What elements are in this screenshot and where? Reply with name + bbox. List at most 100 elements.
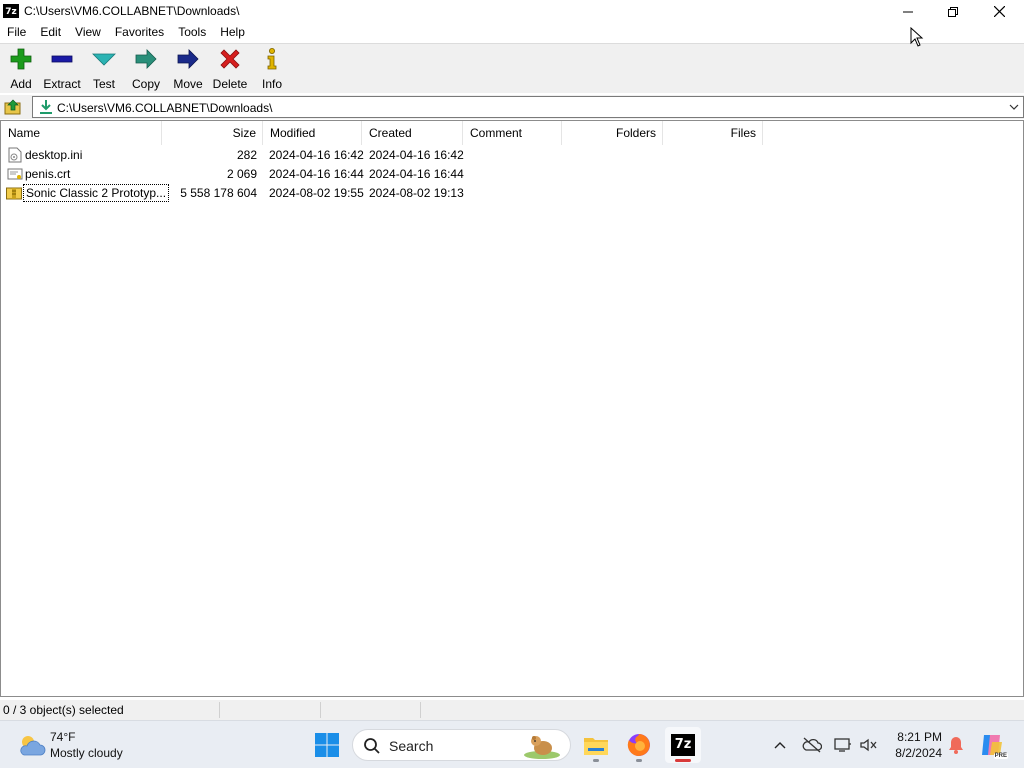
test-button[interactable]: Test <box>83 47 125 91</box>
minimize-button[interactable] <box>885 0 931 23</box>
close-icon <box>993 6 1005 17</box>
file-modified: 2024-04-16 16:44 <box>269 167 364 181</box>
file-created: 2024-08-02 19:13 <box>369 186 464 200</box>
taskbar-search[interactable]: Search <box>352 729 571 761</box>
address-path: C:\Users\VM6.COLLABNET\Downloads\ <box>57 101 273 115</box>
taskbar-7zip[interactable]: 7z <box>665 727 701 763</box>
file-name: Sonic Classic 2 Prototyp... <box>26 186 167 200</box>
copy-button[interactable]: Copy <box>125 47 167 91</box>
mouse-cursor-icon <box>910 27 924 47</box>
column-header-created[interactable]: Created <box>362 121 463 145</box>
notifications-button[interactable] <box>946 735 966 755</box>
file-name: desktop.ini <box>25 148 83 162</box>
7zip-icon: 7z <box>671 734 695 756</box>
status-divider <box>320 702 321 718</box>
status-divider <box>420 702 421 718</box>
address-bar[interactable]: C:\Users\VM6.COLLABNET\Downloads\ <box>32 96 1024 118</box>
toolbar: Add Extract Test Copy Move Delete Info <box>0 43 1024 93</box>
clock-date[interactable]: 8/2/2024 <box>870 746 942 760</box>
add-button[interactable]: Add <box>0 47 42 91</box>
menu-view[interactable]: View <box>68 23 108 43</box>
active-indicator <box>675 759 691 762</box>
table-row[interactable]: penis.crt 2 069 2024-04-16 16:44 2024-04… <box>1 165 1023 184</box>
7zip-app-icon: 7z <box>3 4 19 18</box>
close-button[interactable] <box>976 0 1022 23</box>
extract-button[interactable]: Extract <box>41 47 83 91</box>
test-label: Test <box>92 77 115 91</box>
weather-temperature[interactable]: 74°F <box>50 730 75 744</box>
tray-network[interactable] <box>833 735 853 755</box>
menu-tools[interactable]: Tools <box>171 23 213 43</box>
windows-start-icon[interactable] <box>314 732 340 758</box>
copy-label: Copy <box>131 77 160 91</box>
show-hidden-icons-button[interactable] <box>770 735 790 755</box>
taskbar-firefox[interactable] <box>621 727 657 763</box>
chevron-up-icon <box>774 742 786 749</box>
delete-x-icon <box>220 49 240 69</box>
tray-onedrive[interactable] <box>802 735 822 755</box>
menu-edit[interactable]: Edit <box>33 23 68 43</box>
move-arrow-icon <box>177 49 199 69</box>
ini-file-icon <box>8 147 22 163</box>
table-row[interactable]: desktop.ini 282 2024-04-16 16:42 2024-04… <box>1 146 1023 165</box>
downloads-folder-icon <box>40 100 52 114</box>
column-header-name[interactable]: Name <box>1 121 162 145</box>
menu-favorites[interactable]: Favorites <box>108 23 171 43</box>
move-button[interactable]: Move <box>167 47 209 91</box>
firefox-icon <box>627 734 650 756</box>
column-header-modified[interactable]: Modified <box>263 121 362 145</box>
file-created: 2024-04-16 16:44 <box>369 167 464 181</box>
restore-icon <box>948 6 958 17</box>
address-row: C:\Users\VM6.COLLABNET\Downloads\ <box>0 95 1024 119</box>
restore-button[interactable] <box>930 0 976 23</box>
column-header-folders[interactable]: Folders <box>562 121 663 145</box>
partly-cloudy-icon[interactable] <box>16 731 46 759</box>
copilot-button[interactable]: PRE <box>978 731 1008 759</box>
taskbar-file-explorer[interactable] <box>578 727 614 763</box>
search-highlight-illustration-icon <box>524 736 560 759</box>
network-icon <box>834 738 851 752</box>
up-folder-icon <box>4 99 21 115</box>
minus-icon <box>51 55 73 63</box>
running-indicator <box>636 759 642 762</box>
archive-file-icon <box>6 187 22 200</box>
file-created: 2024-04-16 16:42 <box>369 148 464 162</box>
status-bar: 0 / 3 object(s) selected <box>0 700 1024 720</box>
file-size: 282 <box>236 148 257 162</box>
file-modified: 2024-08-02 19:55 <box>269 186 364 200</box>
column-header-files[interactable]: Files <box>663 121 763 145</box>
menu-file[interactable]: File <box>0 23 33 43</box>
delete-label: Delete <box>212 77 248 91</box>
file-modified: 2024-04-16 16:42 <box>269 148 364 162</box>
status-divider <box>219 702 220 718</box>
info-button[interactable]: Info <box>251 47 293 91</box>
add-label: Add <box>10 77 32 91</box>
menu-help[interactable]: Help <box>213 23 252 43</box>
extract-label: Extract <box>43 77 81 91</box>
copy-arrow-icon <box>135 49 157 69</box>
up-folder-button[interactable] <box>2 97 24 117</box>
file-name-focused: Sonic Classic 2 Prototyp... <box>23 184 170 202</box>
search-label: Search <box>389 738 434 754</box>
chevron-down-icon[interactable] <box>1008 100 1020 114</box>
info-icon <box>267 48 277 70</box>
table-row[interactable]: Sonic Classic 2 Prototyp... 5 558 178 60… <box>1 184 1023 203</box>
running-indicator <box>593 759 599 762</box>
file-list[interactable]: Name Size Modified Created Comment Folde… <box>0 120 1024 697</box>
copilot-preview-badge: PRE <box>993 753 1008 759</box>
column-header-size[interactable]: Size <box>162 121 263 145</box>
minimize-icon <box>903 11 913 12</box>
info-label: Info <box>261 77 282 91</box>
delete-button[interactable]: Delete <box>209 47 251 91</box>
file-size: 2 069 <box>226 167 257 181</box>
taskbar: 74°F Mostly cloudy Search 7z 8:21 PM 8/2… <box>0 720 1024 768</box>
menu-bar: File Edit View Favorites Tools Help <box>0 23 1024 43</box>
weather-description[interactable]: Mostly cloudy <box>50 746 123 760</box>
file-size: 5 558 178 604 <box>180 186 257 200</box>
file-name: penis.crt <box>25 167 71 181</box>
clock-time[interactable]: 8:21 PM <box>870 730 942 744</box>
search-icon <box>364 738 380 754</box>
file-explorer-icon <box>584 738 608 755</box>
title-bar: 7z C:\Users\VM6.COLLABNET\Downloads\ <box>0 0 1024 23</box>
column-header-comment[interactable]: Comment <box>463 121 562 145</box>
